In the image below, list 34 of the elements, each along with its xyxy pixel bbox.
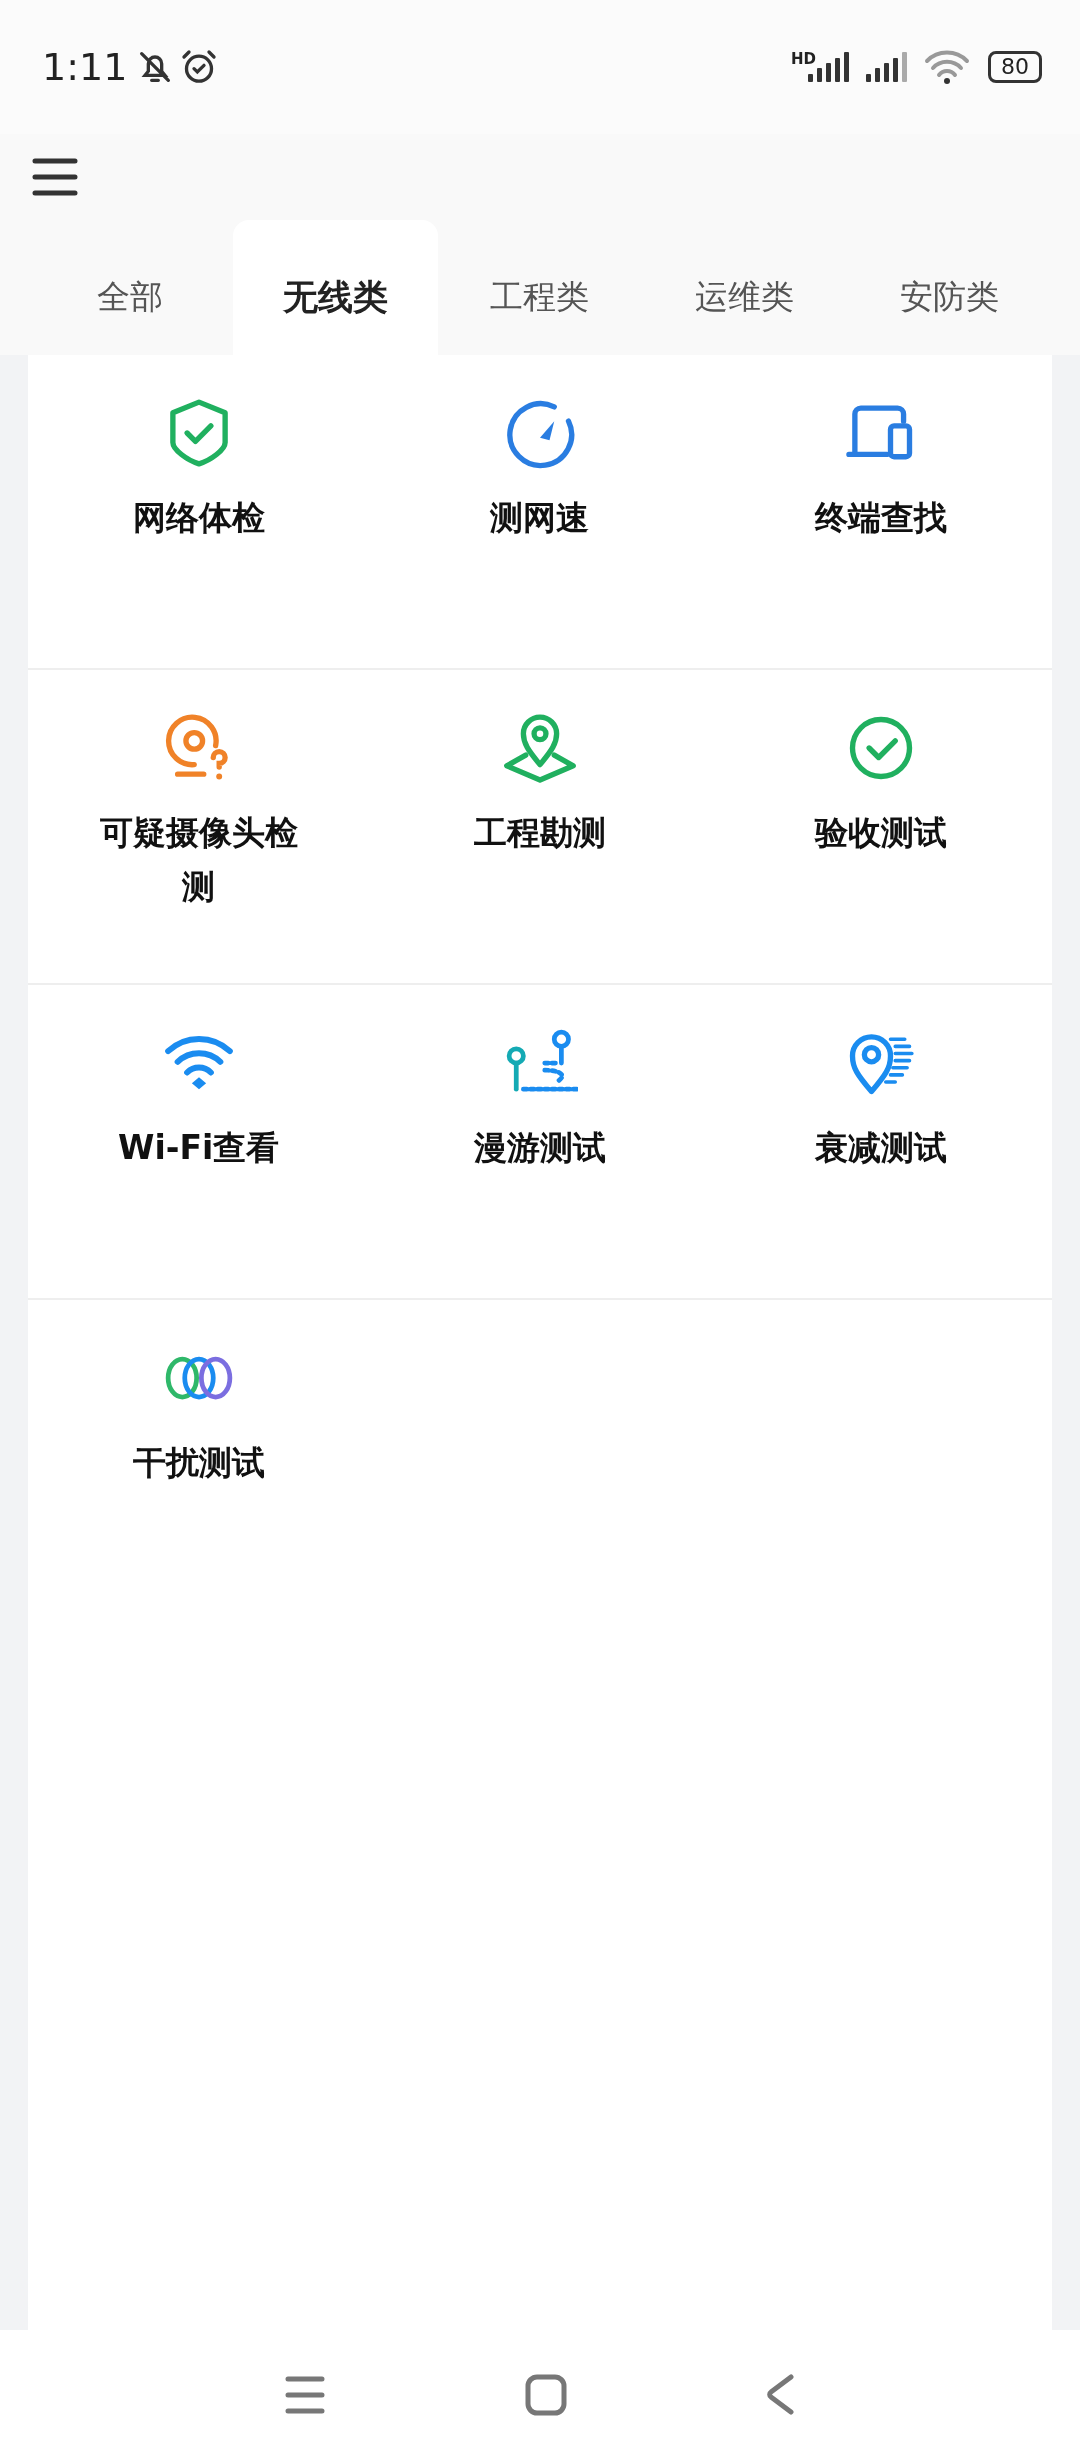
tool-item[interactable]: 终端查找: [710, 355, 1052, 668]
category-tab[interactable]: 无线类: [232, 220, 438, 355]
tool-label: 验收测试: [813, 812, 949, 854]
category-tab[interactable]: 工程类: [437, 220, 643, 355]
status-time: 1:11: [42, 45, 128, 89]
signal-icon: [866, 52, 910, 82]
battery-indicator: 80: [988, 51, 1042, 83]
tool-item[interactable]: 网络体检: [28, 355, 370, 668]
tool-item[interactable]: 测网速: [369, 355, 711, 668]
recent-apps-icon[interactable]: [285, 2376, 325, 2414]
tool-label: Wi-Fi查看: [117, 1127, 281, 1169]
tool-item[interactable]: 验收测试: [710, 670, 1052, 983]
home-icon[interactable]: [525, 2374, 567, 2416]
category-tab[interactable]: 安防类: [847, 220, 1052, 355]
tool-item[interactable]: 工程勘测: [369, 670, 711, 983]
tool-label: 漫游测试: [473, 1127, 607, 1169]
tool-label: 测网速: [489, 497, 591, 539]
tool-label: 干扰测试: [131, 1442, 266, 1484]
tool-item[interactable]: 干扰测试: [28, 1300, 370, 1613]
tool-item[interactable]: 可疑摄像头检测: [28, 670, 370, 983]
category-tab[interactable]: 运维类: [642, 220, 848, 355]
tool-label: 工程勘测: [473, 812, 607, 854]
tool-label: 可疑摄像头检测: [98, 812, 299, 908]
tool-item[interactable]: 衰减测试: [710, 985, 1052, 1298]
network-type-label: HD: [791, 50, 816, 68]
tool-item[interactable]: 漫游测试: [369, 985, 711, 1298]
tool-label: 网络体检: [131, 497, 266, 539]
category-tab[interactable]: 全部: [28, 220, 233, 355]
back-icon[interactable]: [767, 2374, 795, 2416]
tool-item[interactable]: Wi-Fi查看: [28, 985, 370, 1298]
tool-label: 终端查找: [813, 497, 949, 539]
tool-label: 衰减测试: [814, 1127, 949, 1169]
wifi-icon: [924, 50, 970, 84]
menu-icon[interactable]: [32, 157, 78, 197]
